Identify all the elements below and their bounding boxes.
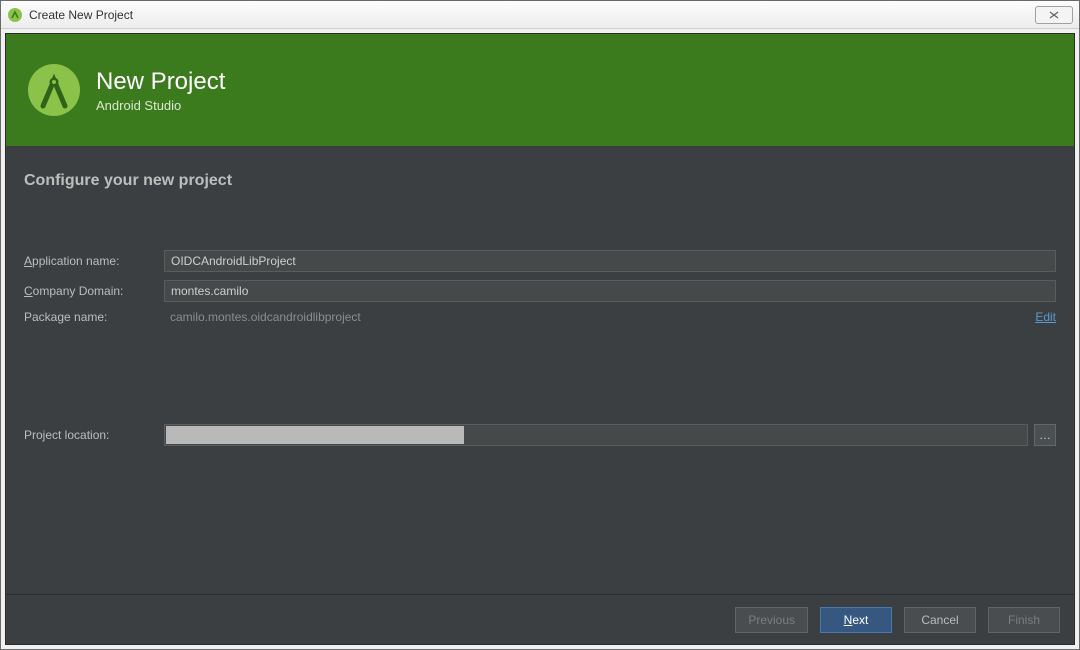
- banner: New Project Android Studio: [6, 34, 1074, 146]
- label-application-name: Application name:: [24, 254, 164, 268]
- client-area: New Project Android Studio Configure you…: [5, 33, 1075, 645]
- edit-package-link[interactable]: Edit: [1035, 310, 1056, 324]
- ellipsis-icon: …: [1039, 428, 1051, 442]
- row-package-name: Package name: camilo.montes.oidcandroidl…: [24, 310, 1056, 324]
- row-application-name: Application name:: [24, 250, 1056, 272]
- previous-button[interactable]: Previous: [735, 607, 808, 633]
- label-company-domain: Company Domain:: [24, 284, 164, 298]
- footer: Previous Next Cancel Finish: [6, 594, 1074, 644]
- dialog-window: Create New Project New Project Android S…: [0, 0, 1080, 650]
- content-area: Configure your new project Application n…: [6, 146, 1074, 594]
- company-domain-input[interactable]: [164, 280, 1056, 302]
- browse-location-button[interactable]: …: [1034, 424, 1056, 446]
- cancel-button[interactable]: Cancel: [904, 607, 976, 633]
- android-studio-logo-icon: [26, 62, 82, 118]
- window-title: Create New Project: [29, 8, 133, 22]
- android-studio-icon: [7, 7, 23, 23]
- next-button[interactable]: Next: [820, 607, 892, 633]
- project-location-input[interactable]: [164, 424, 1028, 446]
- row-project-location: Project location: …: [24, 424, 1056, 446]
- banner-subtitle: Android Studio: [96, 98, 225, 113]
- titlebar: Create New Project: [1, 1, 1079, 29]
- banner-title: New Project: [96, 68, 225, 96]
- label-package-name: Package name:: [24, 310, 164, 324]
- section-title: Configure your new project: [24, 172, 1056, 190]
- close-button[interactable]: [1035, 6, 1073, 24]
- application-name-input[interactable]: [164, 250, 1056, 272]
- close-icon: [1044, 10, 1064, 20]
- row-company-domain: Company Domain:: [24, 280, 1056, 302]
- package-name-value: camilo.montes.oidcandroidlibproject: [164, 310, 1029, 324]
- finish-button[interactable]: Finish: [988, 607, 1060, 633]
- label-project-location: Project location:: [24, 428, 164, 442]
